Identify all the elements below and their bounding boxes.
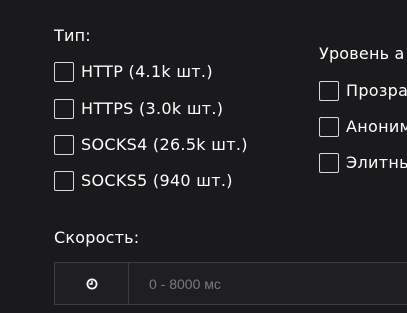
type-socks5-checkbox[interactable] [54,171,74,191]
type-socks5-label: SOCKS5 (940 шт.) [81,171,233,190]
type-http-checkbox[interactable] [54,62,74,82]
speed-field [54,262,407,305]
anonymity-transparent-checkbox[interactable] [319,81,339,101]
anonymity-option-anonymous[interactable]: Аноним [319,117,407,137]
anonymity-transparent-label: Прозра [346,81,407,100]
anonymity-option-elite[interactable]: Элитны [319,153,407,173]
anonymity-anonymous-checkbox[interactable] [319,117,339,137]
clock-icon [86,278,97,289]
type-option-http[interactable]: HTTP (4.1k шт.) [54,62,213,82]
type-option-socks5[interactable]: SOCKS5 (940 шт.) [54,171,233,191]
type-http-label: HTTP (4.1k шт.) [81,62,213,81]
anonymity-elite-label: Элитны [346,153,407,172]
type-socks4-label: SOCKS4 (26.5k шт.) [81,135,248,154]
speed-input[interactable] [129,263,407,304]
anonymity-option-transparent[interactable]: Прозра [319,81,407,101]
type-https-label: HTTPS (3.0k шт.) [81,99,224,118]
type-filter-title: Тип: [54,26,91,45]
type-option-socks4[interactable]: SOCKS4 (26.5k шт.) [54,135,248,155]
type-option-https[interactable]: HTTPS (3.0k шт.) [54,99,223,119]
type-https-checkbox[interactable] [54,99,74,119]
anonymity-elite-checkbox[interactable] [319,153,339,173]
speed-addon [55,263,129,304]
proxy-filter-panel: Тип: HTTP (4.1k шт.) HTTPS (3.0k шт.) SO… [0,0,407,313]
type-socks4-checkbox[interactable] [54,135,74,155]
speed-filter-title: Скорость: [54,228,140,247]
anonymity-anonymous-label: Аноним [346,117,407,136]
anonymity-filter-title: Уровень а [319,44,405,63]
